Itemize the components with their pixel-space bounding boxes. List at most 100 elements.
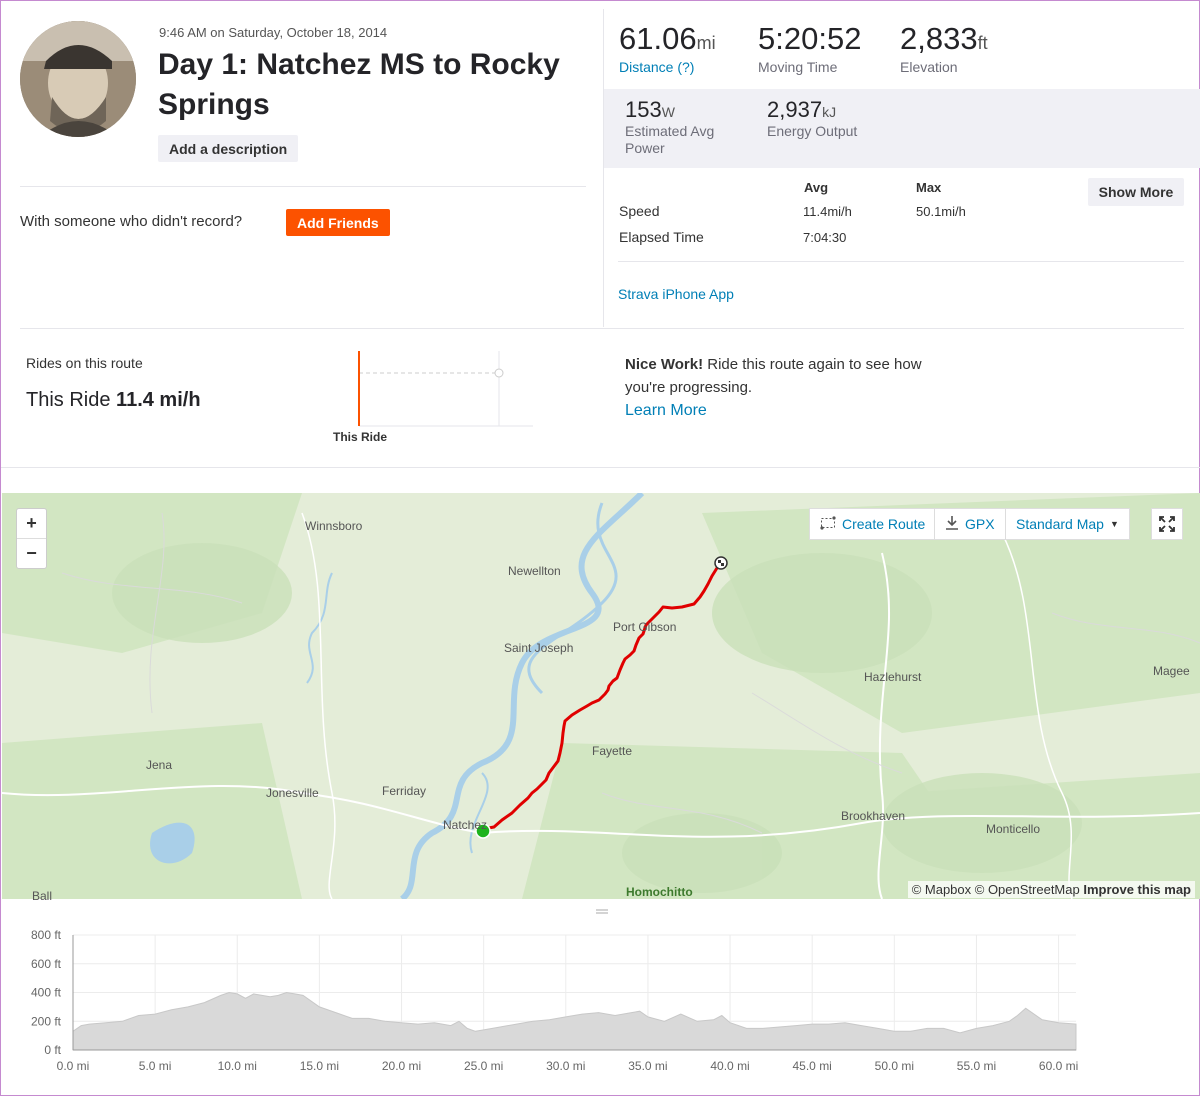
create-route-label: Create Route — [842, 516, 926, 532]
energy-stat: 2,937kJ Energy Output — [767, 97, 857, 140]
distance-unit: mi — [696, 33, 716, 53]
elevation-label: Elevation — [900, 59, 958, 75]
y-tick-label: 200 ft — [31, 1014, 62, 1028]
x-tick-label: 35.0 mi — [628, 1059, 667, 1073]
elevation-chart[interactable]: 0 ft 200 ft 400 ft 600 ft 800 ft 0.0 mi 5.0 mi… — [1, 919, 1200, 1094]
max-header: Max — [916, 180, 942, 195]
elevation-unit: ft — [977, 33, 988, 53]
x-tick-label: 45.0 mi — [793, 1059, 832, 1073]
y-tick-label: 400 ft — [31, 986, 62, 1000]
mini-chart-label: This Ride — [333, 430, 388, 444]
x-tick-label: 55.0 mi — [957, 1059, 996, 1073]
energy-value: 2,937 — [767, 97, 823, 122]
map-style-label: Standard Map — [1016, 516, 1104, 532]
table-row-label: Speed — [619, 203, 660, 219]
x-tick-label: 20.0 mi — [382, 1059, 421, 1073]
zoom-in-button[interactable]: + — [17, 509, 46, 539]
map-style-dropdown[interactable]: Standard Map ▼ — [1005, 508, 1130, 540]
table-cell-avg: 7:04:30 — [803, 230, 847, 245]
map-attribution: © Mapbox © OpenStreetMap Improve this ma… — [907, 881, 1195, 898]
energy-label: Energy Output — [767, 123, 858, 139]
x-tick-label: 30.0 mi — [546, 1059, 585, 1073]
route-map[interactable] — [2, 493, 1200, 899]
map-place-label: Jena — [146, 758, 173, 772]
y-tick-label: 0 ft — [44, 1043, 61, 1057]
device-link[interactable]: Strava iPhone App — [618, 286, 734, 302]
nice-work-bold: Nice Work! — [625, 356, 704, 373]
map-place-label: Fayette — [592, 744, 633, 758]
x-tick-label: 0.0 mi — [57, 1059, 90, 1073]
this-ride-value: 11.4 mi/h — [116, 389, 201, 411]
this-ride-prefix: This Ride — [26, 389, 111, 411]
activity-timestamp: 9:46 AM on Saturday, October 18, 2014 — [159, 25, 388, 40]
athlete-avatar[interactable] — [20, 21, 136, 137]
gpx-button[interactable]: GPX — [934, 508, 1006, 540]
rides-mini-chart: This Ride — [331, 351, 541, 452]
map-place-label: Hazlehurst — [864, 670, 922, 684]
divider — [603, 9, 604, 327]
zoom-control[interactable]: + − — [16, 508, 47, 569]
table-cell-max: 50.1mi/h — [916, 204, 966, 219]
map-place-label: Magee — [1153, 664, 1190, 678]
create-route-button[interactable]: Create Route — [809, 508, 937, 540]
map-place-label: Winnsboro — [305, 519, 363, 533]
download-icon — [945, 515, 959, 534]
map-place-label: Homochitto — [626, 885, 693, 899]
route-icon — [820, 515, 836, 534]
resize-handle[interactable] — [596, 902, 608, 914]
activity-page: { "activity": { "timestamp": "9:46 AM on… — [0, 0, 1200, 1096]
divider — [1, 467, 1200, 468]
avg-header: Avg — [804, 180, 829, 195]
activity-title: Day 1: Natchez MS to Rocky Springs — [158, 48, 560, 121]
distance-stat: 61.06mi Distance (?) — [619, 21, 716, 75]
divider — [20, 328, 1184, 329]
table-cell-avg: 11.4mi/h — [803, 204, 852, 219]
x-tick-label: 50.0 mi — [875, 1059, 914, 1073]
x-tick-label: 60.0 mi — [1039, 1059, 1078, 1073]
map-base — [2, 493, 1200, 899]
x-tick-label: 5.0 mi — [139, 1059, 172, 1073]
power-stat: 153W Estimated Avg Power — [625, 97, 735, 157]
with-someone-text: With someone who didn't record? — [20, 213, 243, 230]
x-tick-label: 10.0 mi — [218, 1059, 257, 1073]
caret-down-icon: ▼ — [1109, 519, 1119, 529]
x-tick-label: 15.0 mi — [300, 1059, 339, 1073]
map-place-label: Ball — [32, 889, 53, 903]
energy-unit: kJ — [822, 104, 837, 120]
nice-work-message: Nice Work! Ride this route again to see … — [625, 353, 925, 422]
moving-time-stat: 5:20:52 Moving Time — [758, 21, 861, 75]
gpx-label: GPX — [965, 516, 995, 532]
improve-map-link[interactable]: Improve this map — [1083, 882, 1191, 897]
power-label: Estimated Avg Power — [625, 123, 715, 156]
divider — [20, 186, 586, 187]
table-row-label: Elapsed Time — [619, 229, 704, 245]
map-place-label: Newellton — [508, 564, 561, 578]
x-tick-label: 25.0 mi — [464, 1059, 503, 1073]
distance-label[interactable]: Distance (?) — [619, 59, 716, 75]
elevation-value: 2,833 — [900, 21, 978, 56]
divider — [618, 261, 1184, 262]
x-tick-label: 40.0 mi — [710, 1059, 749, 1073]
zoom-out-button[interactable]: − — [17, 539, 46, 569]
rides-on-route-label: Rides on this route — [26, 355, 143, 371]
learn-more-link[interactable]: Learn More — [625, 402, 707, 419]
y-tick-label: 800 ft — [31, 928, 62, 942]
y-tick-label: 600 ft — [31, 957, 62, 971]
finish-marker — [714, 556, 728, 570]
map-place-label: Monticello — [986, 822, 1041, 836]
map-place-label: Brookhaven — [841, 809, 906, 823]
elevation-stat: 2,833ft Elevation — [900, 21, 988, 75]
map-place-label: Port Gibson — [613, 620, 677, 634]
moving-time-value: 5:20:52 — [758, 21, 862, 56]
moving-time-label: Moving Time — [758, 59, 838, 75]
fullscreen-button[interactable] — [1151, 508, 1183, 540]
distance-value: 61.06 — [619, 21, 697, 56]
show-more-button[interactable]: Show More — [1088, 178, 1184, 206]
power-value: 153 — [625, 97, 662, 122]
map-place-label: Jonesville — [266, 786, 319, 800]
add-description-button[interactable]: Add a description — [158, 135, 299, 162]
attribution-text: © Mapbox © OpenStreetMap — [911, 882, 1080, 897]
add-friends-button[interactable]: Add Friends — [286, 209, 390, 236]
power-unit: W — [661, 104, 675, 120]
this-ride-speed: This Ride 11.4 mi/h — [26, 389, 201, 412]
